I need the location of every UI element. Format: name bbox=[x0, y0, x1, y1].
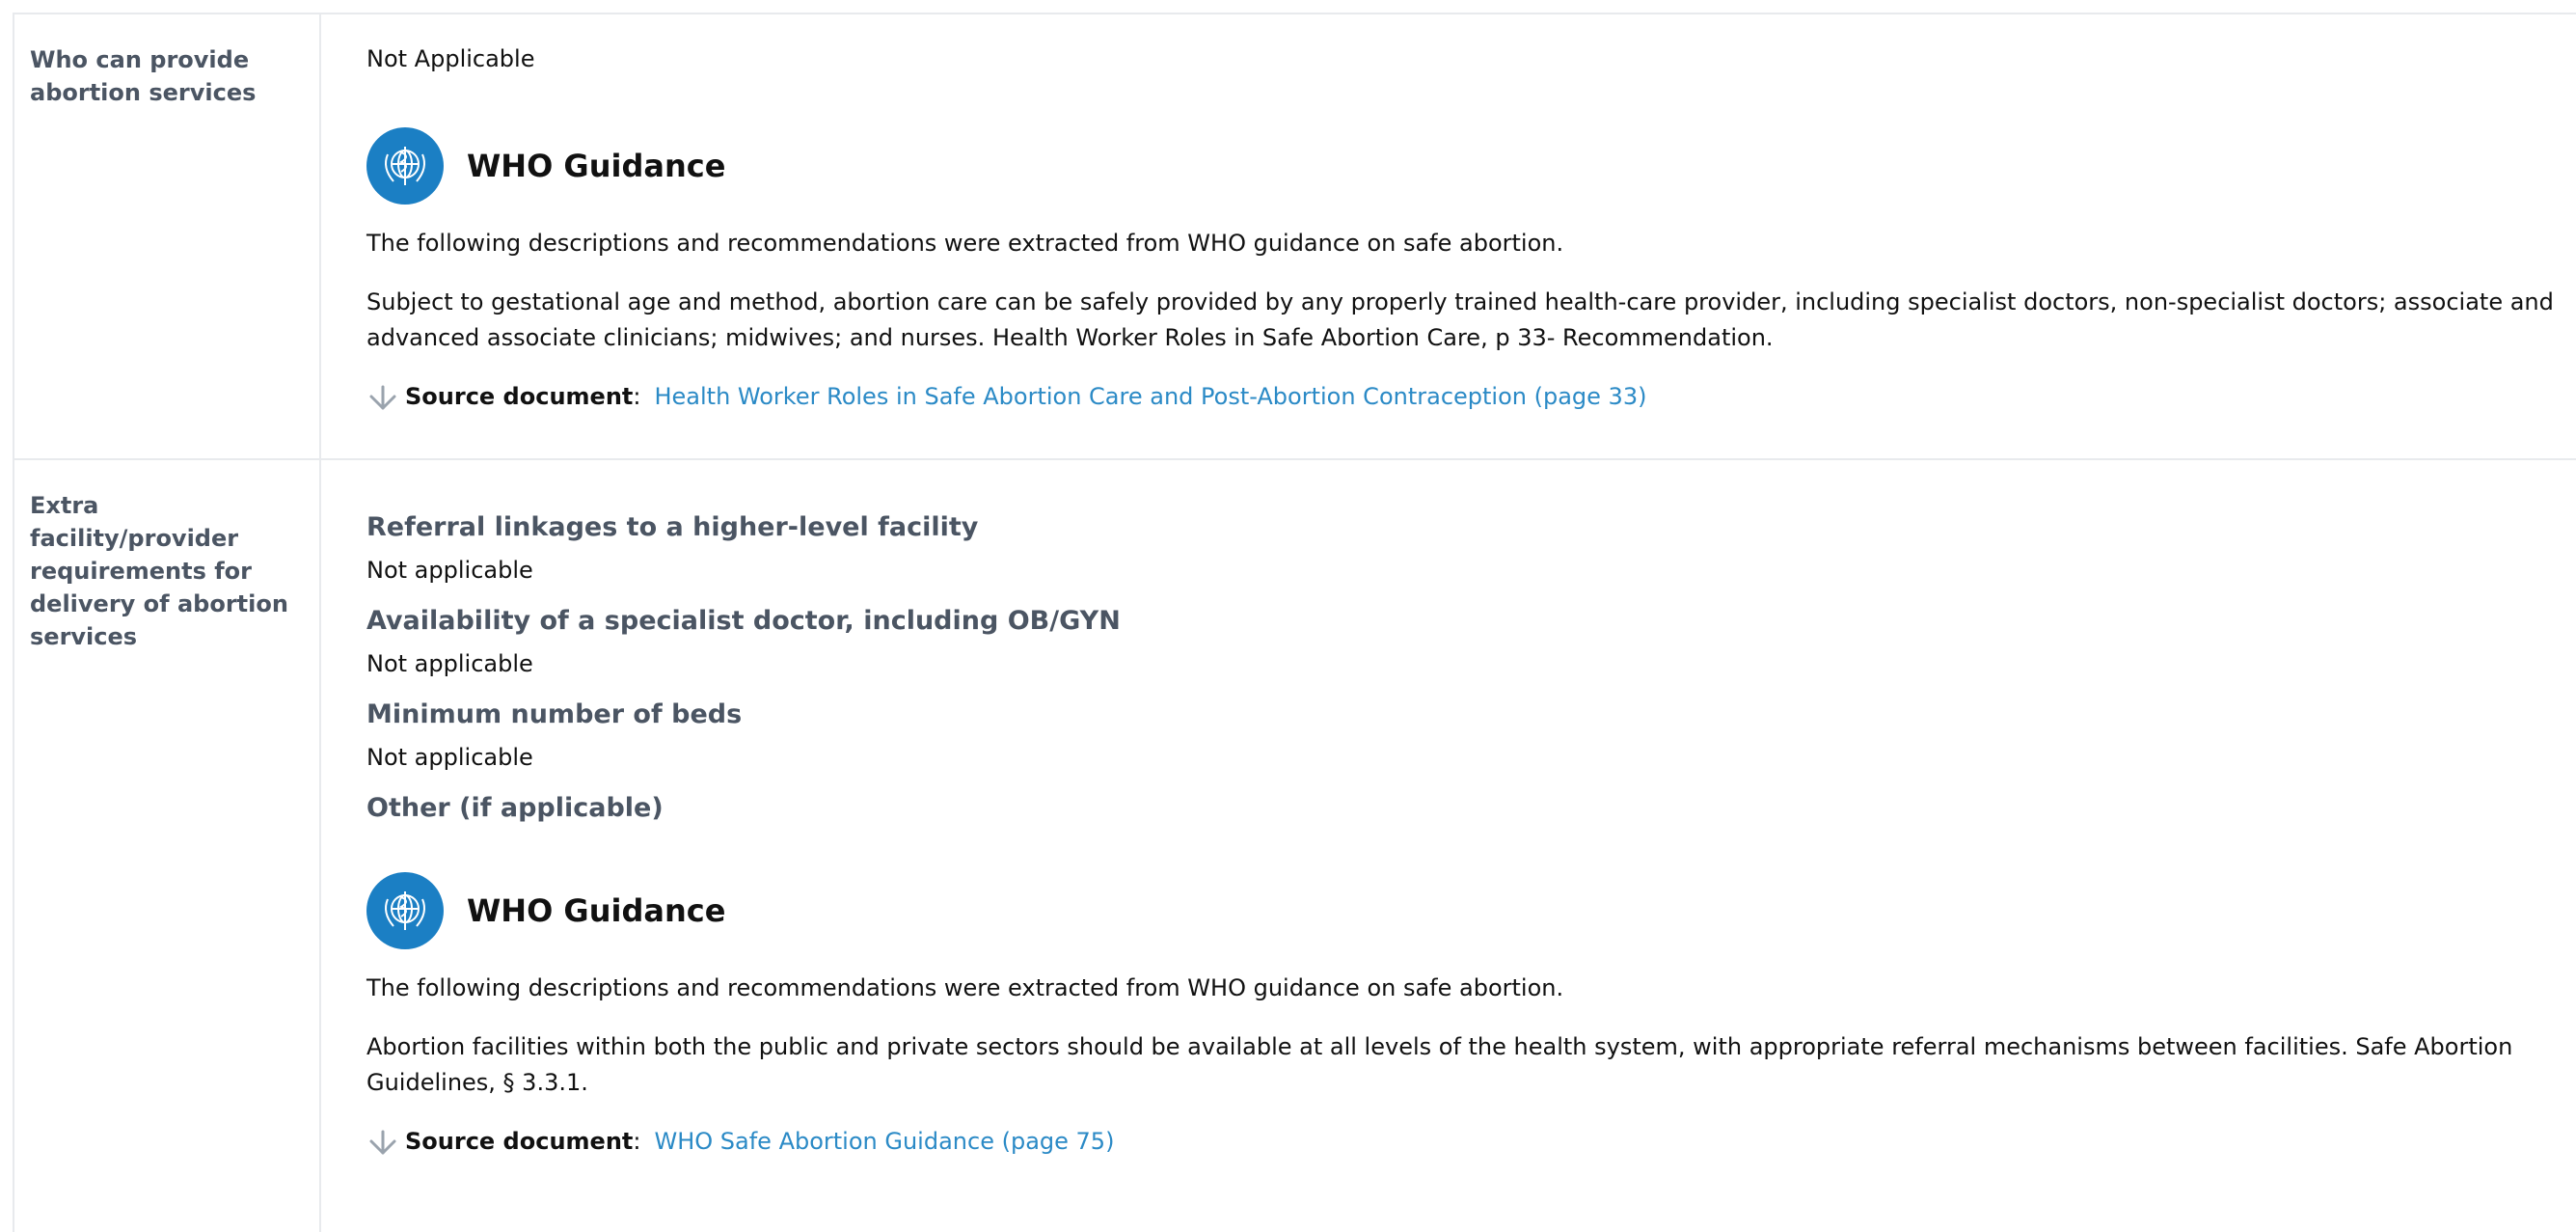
row-content: Not Applicable WHO Guidance The followin… bbox=[321, 14, 2576, 458]
source-document: Source document : Health Worker Roles in… bbox=[366, 379, 2556, 415]
who-guidance-header: WHO Guidance bbox=[366, 127, 2556, 205]
download-arrow-icon bbox=[369, 1130, 396, 1154]
subsection-value-referral: Not applicable bbox=[366, 557, 533, 584]
source-label: Source document bbox=[405, 383, 634, 410]
who-text: Subject to gestational age and method, a… bbox=[366, 288, 2554, 351]
table-row-who-can-provide: Who can provide abortion services Not Ap… bbox=[13, 14, 2576, 460]
who-text: Abortion facilities within both the publ… bbox=[366, 1033, 2513, 1096]
source-separator: : bbox=[633, 383, 641, 410]
subsection-heading-referral: Referral linkages to a higher-level faci… bbox=[366, 512, 979, 542]
row-value: Not Applicable bbox=[366, 45, 535, 72]
source-document-link[interactable]: Health Worker Roles in Safe Abortion Car… bbox=[654, 379, 1646, 415]
source-label: Source document bbox=[405, 1128, 634, 1155]
who-guidance-header: WHO Guidance bbox=[366, 872, 2556, 949]
who-guidance-title: WHO Guidance bbox=[467, 892, 726, 929]
source-document: Source document : WHO Safe Abortion Guid… bbox=[366, 1124, 2556, 1160]
who-intro: The following descriptions and recommend… bbox=[366, 230, 1564, 257]
subsection-heading-beds: Minimum number of beds bbox=[366, 699, 743, 729]
row-label: Who can provide abortion services bbox=[13, 14, 321, 458]
who-emblem-icon bbox=[366, 127, 444, 205]
download-arrow-icon bbox=[369, 385, 396, 409]
table-row-extra-requirements: Extra facility/provider requirements for… bbox=[13, 460, 2576, 1232]
subsection-heading-other: Other (if applicable) bbox=[366, 793, 664, 823]
who-guidance-title: WHO Guidance bbox=[467, 148, 726, 184]
row-content: Referral linkages to a higher-level faci… bbox=[321, 460, 2576, 1232]
source-separator: : bbox=[633, 1128, 641, 1155]
who-intro: The following descriptions and recommend… bbox=[366, 974, 1564, 1001]
indicator-table: Who can provide abortion services Not Ap… bbox=[13, 13, 2576, 1232]
subsection-value-specialist: Not applicable bbox=[366, 650, 533, 677]
subsection-value-beds: Not applicable bbox=[366, 744, 533, 771]
source-document-link[interactable]: WHO Safe Abortion Guidance (page 75) bbox=[654, 1124, 1114, 1160]
row-label: Extra facility/provider requirements for… bbox=[13, 460, 321, 1232]
subsection-heading-specialist: Availability of a specialist doctor, inc… bbox=[366, 606, 1121, 636]
who-emblem-icon bbox=[366, 872, 444, 949]
